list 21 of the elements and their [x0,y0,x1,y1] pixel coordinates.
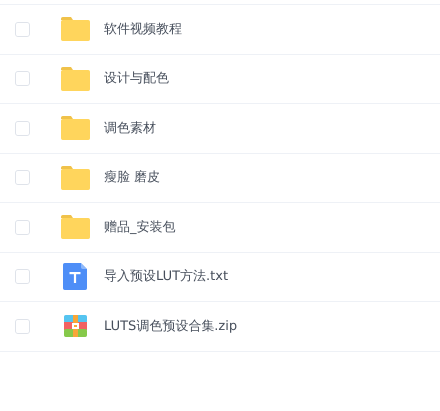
text-file-icon [63,263,87,290]
file-name[interactable]: 赠品_安装包 [104,218,176,237]
file-name[interactable]: 导入预设LUT方法.txt [104,267,228,286]
file-name[interactable]: 设计与配色 [104,69,169,88]
folder-icon [60,116,90,140]
checkbox[interactable] [15,269,30,284]
file-name[interactable]: 瘦脸 磨皮 [104,168,160,188]
folder-icon [60,166,90,190]
checkbox[interactable] [15,220,30,235]
archive-icon [64,315,86,338]
file-name[interactable]: 软件视频教程 [104,20,182,39]
folder-icon [60,66,90,91]
checkbox[interactable] [15,22,30,37]
checkbox[interactable] [15,71,30,86]
folder-icon [60,215,90,240]
folder-icon [60,17,90,42]
checkbox[interactable] [15,170,30,186]
checkbox[interactable] [15,120,30,136]
file-name[interactable]: 调色素材 [104,118,156,138]
file-name[interactable]: LUTS调色预设合集.zip [104,316,238,336]
checkbox[interactable] [15,318,30,334]
